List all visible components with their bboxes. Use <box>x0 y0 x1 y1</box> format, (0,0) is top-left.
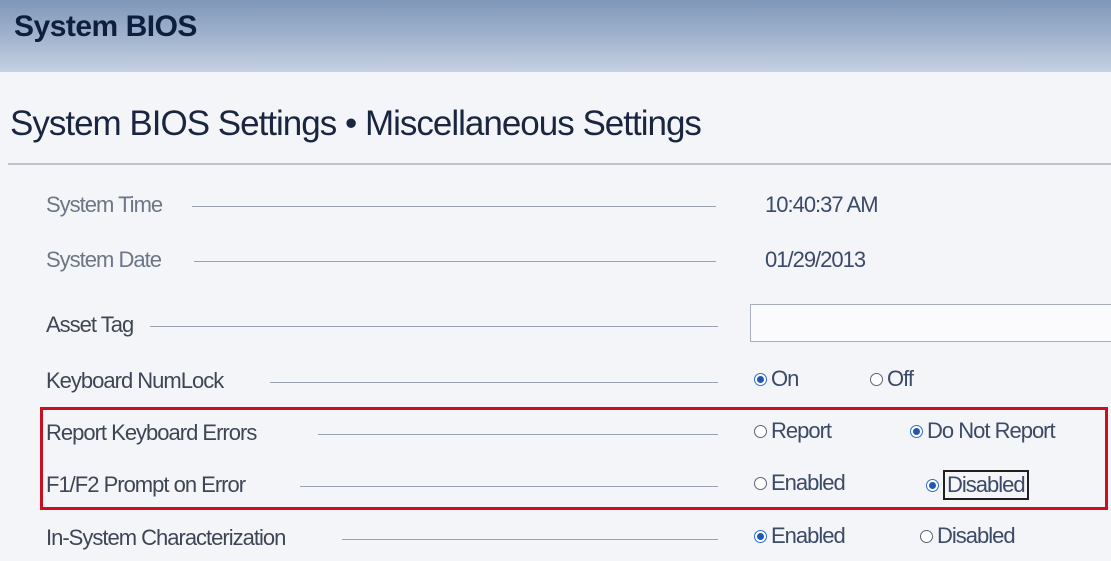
numlock-off-label: Off <box>887 366 914 391</box>
system-time-label: System Time <box>46 192 163 217</box>
radio-selected-icon <box>754 372 767 386</box>
bios-header: System BIOS <box>0 0 1111 72</box>
radio-unselected-icon <box>920 529 933 543</box>
isc-enabled-label: Enabled <box>771 523 846 548</box>
asset-tag-input[interactable] <box>750 304 1111 342</box>
leader-line <box>194 261 716 262</box>
leader-line <box>150 326 718 327</box>
system-date-value[interactable]: 01/29/2013 <box>765 247 866 273</box>
numlock-on-radio[interactable]: On <box>754 366 799 392</box>
leader-line <box>270 382 718 383</box>
isc-disabled-label: Disabled <box>937 523 1016 548</box>
numlock-off-radio[interactable]: Off <box>870 366 914 392</box>
keyboard-numlock-label: Keyboard NumLock <box>46 368 224 393</box>
in-system-characterization-label: In-System Characterization <box>46 525 286 550</box>
keyboard-numlock-row: Keyboard NumLock On Off <box>0 364 1111 404</box>
in-system-characterization-row: In-System Characterization Enabled Disab… <box>0 521 1111 561</box>
radio-selected-icon <box>754 529 767 543</box>
highlight-box <box>40 407 1108 510</box>
radio-unselected-icon <box>870 372 883 386</box>
page-title: System BIOS Settings • Miscellaneous Set… <box>10 104 702 143</box>
asset-tag-row: Asset Tag <box>0 304 1111 348</box>
numlock-on-label: On <box>771 366 799 391</box>
system-date-label: System Date <box>46 247 162 272</box>
leader-line <box>342 539 718 540</box>
header-title: System BIOS <box>14 10 197 43</box>
title-divider <box>8 163 1111 165</box>
leader-line <box>192 206 716 207</box>
system-time-value[interactable]: 10:40:37 AM <box>765 192 879 218</box>
isc-enabled-radio[interactable]: Enabled <box>754 523 846 549</box>
asset-tag-label: Asset Tag <box>46 312 134 337</box>
system-date-row: System Date 01/29/2013 <box>0 243 1111 283</box>
system-time-row: System Time 10:40:37 AM <box>0 188 1111 228</box>
isc-disabled-radio[interactable]: Disabled <box>920 523 1016 549</box>
